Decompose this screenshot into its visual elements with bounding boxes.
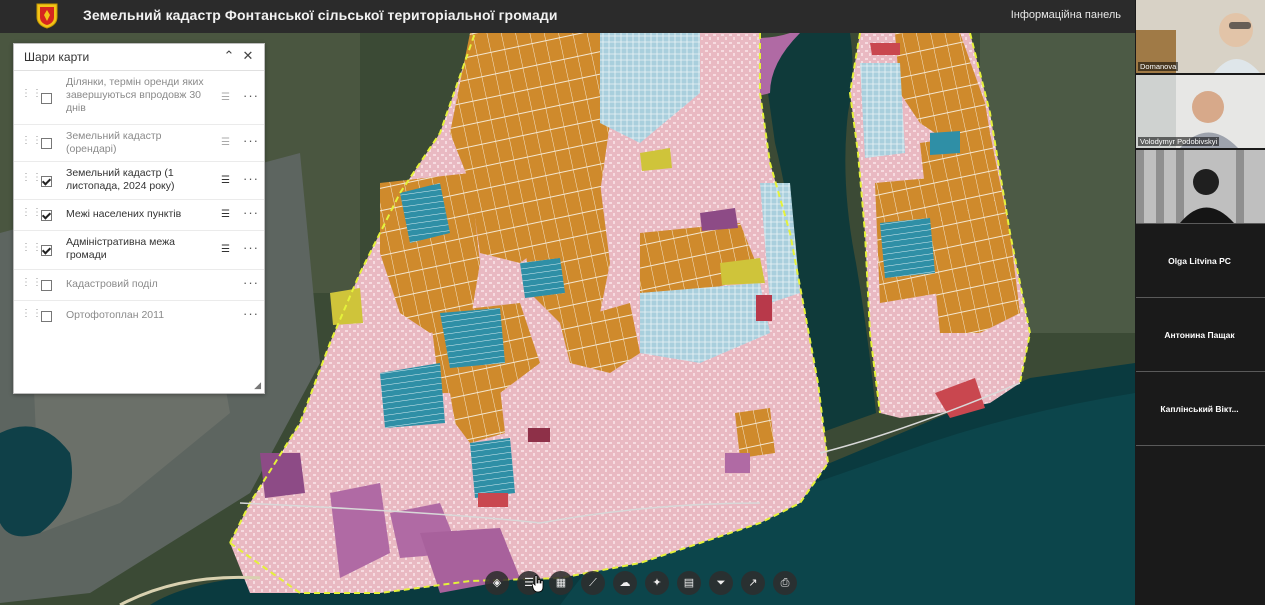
print-preview-icon[interactable]: ▤: [677, 571, 701, 595]
page-title: Земельний кадастр Фонтанської сільської …: [83, 7, 558, 23]
more-options-icon[interactable]: ···: [243, 89, 259, 102]
legend-icon[interactable]: ☰: [221, 93, 233, 103]
divider: [1136, 297, 1265, 298]
drag-handle-icon[interactable]: ⋮⋮: [21, 309, 42, 319]
more-options-icon[interactable]: ···: [243, 241, 259, 254]
layer-checkbox[interactable]: [41, 245, 52, 256]
layers-icon[interactable]: ◈: [485, 571, 509, 595]
layer-label: Земельний кадастр (орендарі): [66, 130, 162, 155]
drag-handle-icon[interactable]: ⋮⋮: [21, 173, 42, 183]
participant-name[interactable]: Olga Litvina PC: [1135, 256, 1264, 266]
layer-row[interactable]: ⋮⋮ Земельний кадастр (орендарі) ☰ ···: [14, 125, 264, 162]
layer-checkbox[interactable]: [41, 311, 52, 322]
layer-checkbox[interactable]: [41, 138, 52, 149]
layer-label: Земельний кадастр (1 листопада, 2024 рок…: [66, 167, 175, 192]
more-options-icon[interactable]: ···: [243, 134, 259, 147]
participant-tile[interactable]: Volodymyr Podobivskyi: [1136, 75, 1265, 148]
info-panel-link[interactable]: Інформаційна панель: [1011, 9, 1121, 21]
layer-checkbox[interactable]: [41, 176, 52, 187]
video-participants-strip: Domanova Volodymyr Podobivskyi Olga Litv…: [1135, 0, 1265, 605]
layer-row[interactable]: ⋮⋮ Кадастровий поділ ···: [14, 270, 264, 301]
layer-checkbox[interactable]: [41, 280, 52, 291]
divider: [1136, 371, 1265, 372]
legend-icon[interactable]: ☰: [221, 176, 233, 186]
print-icon[interactable]: ⎙: [773, 571, 797, 595]
hand-cursor-icon: [531, 575, 544, 593]
participant-name: Volodymyr Podobivskyi: [1138, 137, 1220, 146]
analysis-icon[interactable]: ✦: [645, 571, 669, 595]
layer-checkbox[interactable]: [41, 210, 52, 221]
legend-icon[interactable]: ☰: [221, 138, 233, 148]
participant-name[interactable]: Каплінський Вікт...: [1135, 404, 1264, 414]
more-options-icon[interactable]: ···: [243, 276, 259, 289]
legend-icon[interactable]: ☰: [221, 210, 233, 220]
participant-name: Domanova: [1138, 62, 1179, 71]
filter-icon[interactable]: ⏷: [709, 571, 733, 595]
more-options-icon[interactable]: ···: [243, 172, 259, 185]
divider: [1136, 223, 1265, 224]
drag-handle-icon[interactable]: ⋮⋮: [21, 278, 42, 288]
drag-handle-icon[interactable]: ⋮⋮: [21, 136, 42, 146]
close-icon[interactable]: ✕: [240, 48, 256, 64]
more-options-icon[interactable]: ···: [243, 206, 259, 219]
participant-tile[interactable]: [1136, 150, 1265, 223]
layer-row[interactable]: ⋮⋮ Межі населених пунктів ☰ ···: [14, 200, 264, 231]
participant-video: [1136, 150, 1265, 223]
layer-label: Кадастровий поділ: [66, 278, 158, 290]
drag-handle-icon[interactable]: ⋮⋮: [21, 243, 42, 253]
resize-handle-icon[interactable]: ◢: [254, 380, 261, 391]
collapse-icon[interactable]: ⌃: [221, 48, 237, 64]
participant-name[interactable]: Антонина Пащак: [1135, 330, 1264, 340]
participant-tile[interactable]: Domanova: [1136, 0, 1265, 73]
layer-list-header: Шари карти ⌃ ✕: [14, 44, 264, 71]
layer-list-panel: Шари карти ⌃ ✕ ⋮⋮ Ділянки, термін оренди…: [13, 43, 265, 394]
basemap-gallery-icon[interactable]: ▦: [549, 571, 573, 595]
divider: [1136, 445, 1265, 446]
layer-label: Адміністративна межа громади: [66, 236, 175, 261]
layer-row[interactable]: ⋮⋮ Ділянки, термін оренди яких завершуют…: [14, 71, 264, 125]
bookmarks-icon[interactable]: ☁: [613, 571, 637, 595]
drag-handle-icon[interactable]: ⋮⋮: [21, 89, 42, 99]
layer-checkbox[interactable]: [41, 93, 52, 104]
app-header: Земельний кадастр Фонтанської сільської …: [0, 0, 1135, 33]
layer-label: Межі населених пунктів: [66, 208, 182, 220]
drag-handle-icon[interactable]: ⋮⋮: [21, 208, 42, 218]
measure-icon[interactable]: ⟋: [581, 571, 605, 595]
coat-of-arms-icon: [36, 3, 58, 29]
more-options-icon[interactable]: ···: [243, 307, 259, 320]
layer-list-title: Шари карти: [24, 50, 90, 64]
layer-row[interactable]: ⋮⋮ Адміністративна межа громади ☰ ···: [14, 231, 264, 270]
layer-row[interactable]: ⋮⋮ Земельний кадастр (1 листопада, 2024 …: [14, 162, 264, 200]
layer-label: Ділянки, термін оренди яких завершуються…: [66, 76, 204, 114]
legend-icon[interactable]: ☰: [221, 245, 233, 255]
layer-label: Ортофотоплан 2011: [66, 309, 165, 321]
share-icon[interactable]: ↗: [741, 571, 765, 595]
layer-row[interactable]: ⋮⋮ Ортофотоплан 2011 ···: [14, 301, 264, 331]
